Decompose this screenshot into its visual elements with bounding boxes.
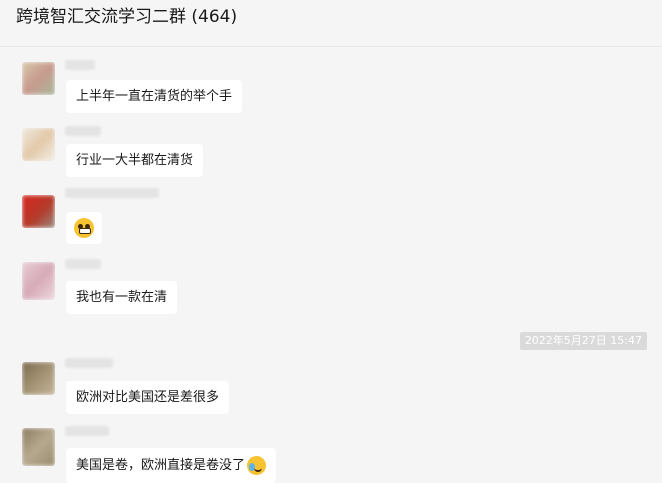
sender-name-redacted [65,259,101,269]
avatar[interactable] [22,62,55,95]
grinning-face-icon [74,218,94,238]
message-bubble[interactable]: 行业一大半都在清货 [66,144,204,177]
message-bubble[interactable]: 上半年一直在清货的举个手 [66,80,243,113]
avatar[interactable] [22,128,55,161]
chat-title: 跨境智汇交流学习二群 (464) [16,7,238,27]
message-bubble[interactable] [66,212,102,244]
message-bubble[interactable]: 欧洲对比美国还是差很多 [66,381,230,414]
message-bubble[interactable]: 我也有一款在清 [66,281,178,314]
sender-name-redacted [65,60,95,70]
message-text: 美国是卷，欧洲直接是卷没了 [76,458,246,473]
laughing-tears-face-icon [247,456,267,475]
avatar[interactable] [22,362,55,395]
timestamp: 2022年5月27日 15:47 [519,332,647,350]
sender-name-redacted [65,126,101,136]
sender-name-redacted [65,358,113,368]
message-bubble[interactable]: 美国是卷，欧洲直接是卷没了 [66,448,277,483]
chat-header: 跨境智汇交流学习二群 (464) [0,0,662,47]
sender-name-redacted [65,426,109,436]
avatar[interactable] [22,262,55,300]
avatar[interactable] [22,195,55,228]
avatar[interactable] [22,428,55,466]
sender-name-redacted [65,188,159,198]
